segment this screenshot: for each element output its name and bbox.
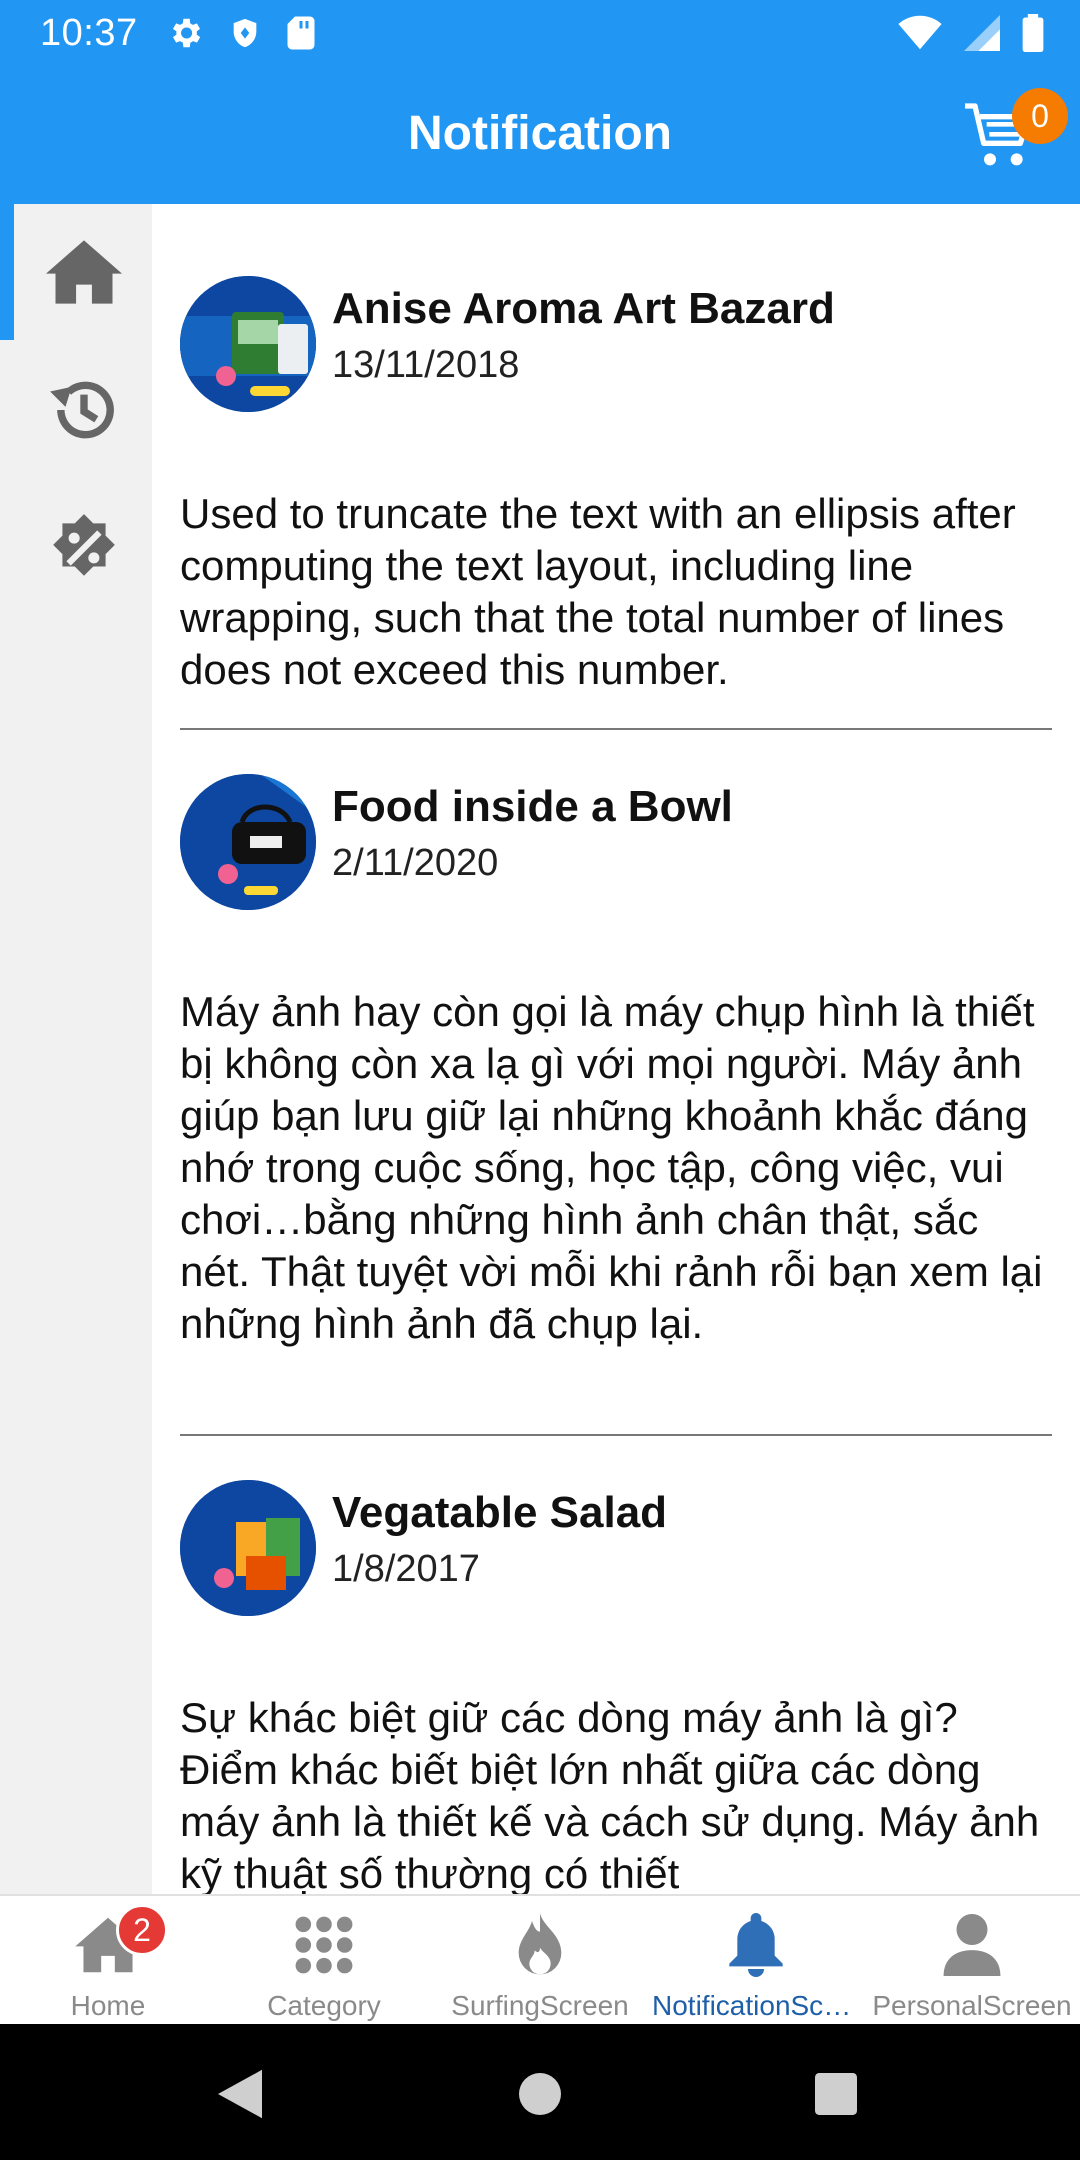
notification-title: Anise Aroma Art Bazard — [332, 284, 835, 333]
product-thumbnail-image — [180, 276, 316, 412]
nav-item-notification[interactable]: NotificationScr… — [648, 1896, 864, 2026]
status-bar: 10:37 — [0, 0, 1080, 68]
recents-button[interactable] — [806, 2064, 866, 2124]
left-rail — [0, 204, 152, 1894]
home-badge: 2 — [116, 1904, 168, 1956]
notification-date: 1/8/2017 — [332, 1548, 480, 1590]
cell-signal-icon — [964, 15, 1000, 51]
bell-icon — [721, 1910, 791, 1980]
notification-avatar — [180, 1480, 316, 1616]
nav-item-surfing[interactable]: SurfingScreen — [432, 1896, 648, 2026]
history-icon — [50, 381, 114, 439]
status-icons-left — [166, 14, 316, 52]
cart-count-badge: 0 — [1012, 88, 1068, 144]
person-icon — [937, 1910, 1007, 1980]
status-icons-right — [898, 14, 1044, 52]
nav-item-category[interactable]: Category — [216, 1896, 432, 2026]
notification-date: 13/11/2018 — [332, 344, 520, 386]
notification-body: Used to truncate the text with an ellips… — [180, 490, 1016, 693]
fire-icon — [505, 1910, 575, 1980]
battery-icon — [1022, 14, 1044, 52]
grid-dots-icon — [289, 1910, 359, 1980]
notification-body: Máy ảnh hay còn gọi là máy chụp hình là … — [180, 988, 1043, 1347]
rail-active-indicator — [0, 204, 14, 340]
discount-icon — [53, 514, 115, 576]
square-recents-icon — [815, 2073, 857, 2115]
system-navigation-bar — [0, 2024, 1080, 2160]
page-title: Notification — [408, 107, 672, 160]
notification-title: Vegatable Salad — [332, 1488, 668, 1537]
nav-label: NotificationScr… — [652, 1990, 861, 2021]
shield-icon — [233, 18, 257, 48]
bottom-navigation: 2 Home Category SurfingScreen Notificati… — [0, 1894, 1080, 2024]
sd-card-icon — [287, 16, 315, 50]
home-system-button[interactable] — [510, 2064, 570, 2124]
notification-avatar — [180, 774, 316, 910]
notification-list[interactable]: Anise Aroma Art Bazard 13/11/2018 Used t… — [152, 204, 1080, 1894]
product-thumbnail-image — [180, 1480, 316, 1616]
status-time: 10:37 — [40, 12, 138, 54]
rail-home-button[interactable] — [44, 232, 124, 312]
gear-icon — [172, 18, 201, 48]
rail-discount-button[interactable] — [44, 508, 124, 588]
home-icon — [46, 240, 122, 304]
back-button[interactable] — [210, 2064, 270, 2124]
notification-avatar — [180, 276, 316, 412]
notification-title: Food inside a Bowl — [332, 782, 733, 831]
nav-label: PersonalScreen — [872, 1990, 1072, 2021]
divider — [180, 728, 1052, 730]
product-thumbnail-image — [180, 774, 316, 910]
nav-item-home[interactable]: 2 Home — [0, 1896, 216, 2026]
notification-date: 2/11/2020 — [332, 842, 499, 884]
wifi-icon — [898, 15, 942, 50]
circle-home-icon — [519, 2073, 561, 2115]
nav-label: Category — [267, 1990, 381, 2021]
back-icon — [218, 2069, 262, 2119]
nav-item-personal[interactable]: PersonalScreen — [864, 1896, 1080, 2026]
divider — [180, 1434, 1052, 1436]
notification-body: Sự khác biệt giữ các dòng máy ảnh là gì?… — [180, 1694, 1040, 1894]
rail-history-button[interactable] — [44, 370, 124, 450]
app-header: Notification 0 — [0, 68, 1080, 204]
nav-label: Home — [70, 1990, 146, 2021]
nav-label: SurfingScreen — [451, 1990, 629, 2021]
